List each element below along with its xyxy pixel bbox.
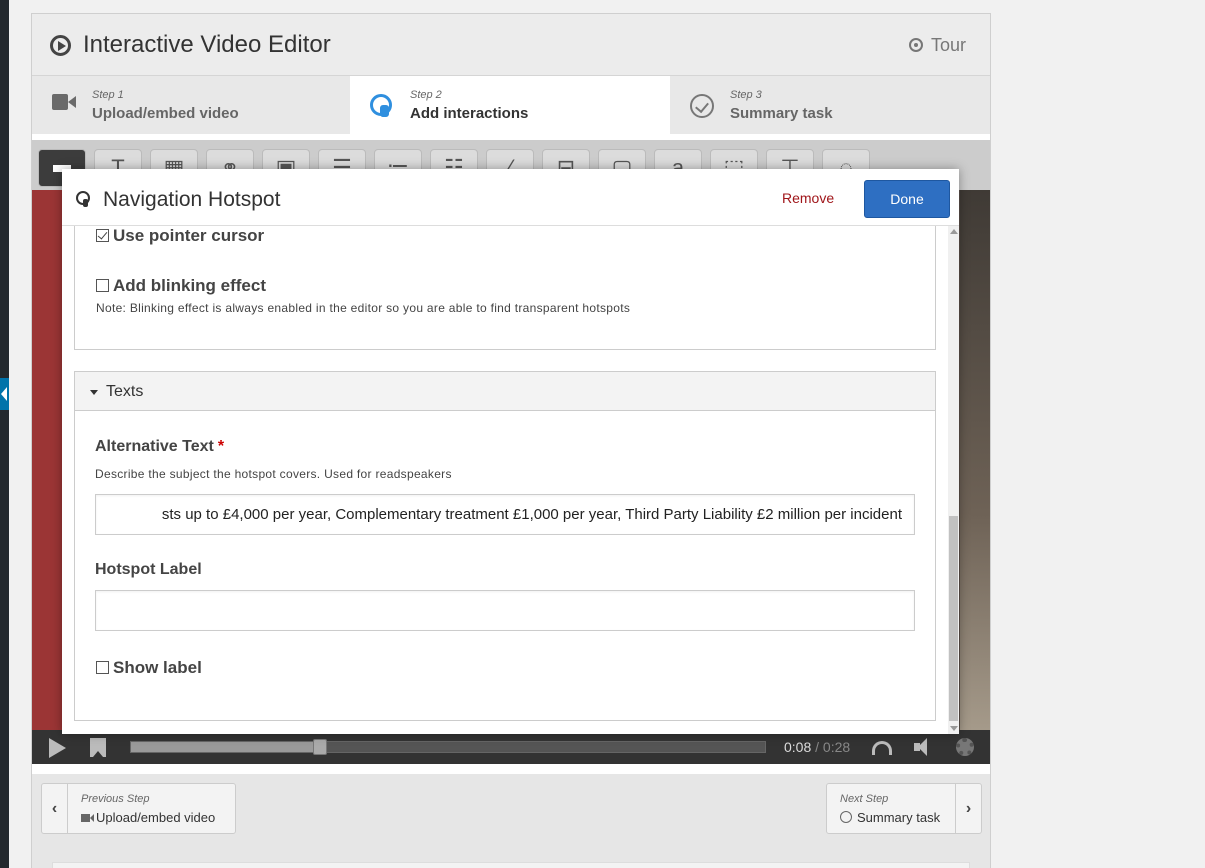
- dialog-title: Navigation Hotspot: [103, 188, 281, 211]
- step-label: Add interactions: [410, 105, 529, 122]
- step-tab-summary[interactable]: Step 3 Summary task: [670, 76, 990, 134]
- texts-group-header[interactable]: Texts: [75, 372, 935, 411]
- previous-step-button[interactable]: ‹ Previous Step Upload/embed video: [41, 783, 236, 834]
- chevron-right-icon: ›: [955, 784, 981, 833]
- caret-down-icon: [90, 390, 98, 395]
- next-step-button[interactable]: Next Step Summary task ›: [826, 783, 982, 834]
- collapse-sidebar-tab[interactable]: [0, 378, 9, 410]
- video-frame-left: [32, 190, 66, 730]
- check-circle-icon: [840, 811, 852, 823]
- blinking-note: Note: Blinking effect is always enabled …: [96, 301, 631, 315]
- step-number: Step 1: [92, 89, 124, 101]
- alt-text-description: Describe the subject the hotspot covers.…: [95, 467, 452, 481]
- alt-text-label: Alternative Text: [95, 438, 214, 455]
- video-camera-icon: [81, 814, 94, 822]
- blinking-effect-checkbox[interactable]: Add blinking effect: [96, 276, 266, 296]
- current-time: 0:08: [784, 739, 812, 755]
- volume-icon[interactable]: [914, 738, 934, 756]
- previous-step-caption: Previous Step: [81, 793, 150, 805]
- pointer-cursor-label: Use pointer cursor: [113, 226, 265, 245]
- previous-step-label: Upload/embed video: [96, 810, 216, 825]
- step-label: Summary task: [730, 105, 833, 122]
- seek-handle[interactable]: [313, 739, 327, 755]
- seek-bar[interactable]: [130, 739, 766, 755]
- checkbox-icon: [96, 661, 109, 674]
- hotspot-pointer-icon: [76, 191, 90, 207]
- scroll-down-icon[interactable]: [950, 726, 958, 731]
- next-step-caption: Next Step: [840, 793, 889, 805]
- alt-text-input[interactable]: sts up to £4,000 per year, Complementary…: [95, 494, 915, 535]
- bottom-panel: [52, 862, 970, 868]
- next-step-label-row: Summary task: [840, 810, 940, 825]
- play-circle-icon: [50, 35, 71, 56]
- navigation-hotspot-dialog: Navigation Hotspot Remove Done Use point…: [62, 169, 959, 734]
- step-navigation: ‹ Previous Step Upload/embed video Next …: [32, 764, 990, 868]
- checkbox-checked-icon: [96, 229, 109, 242]
- dialog-body: Use pointer cursor Add blinking effect N…: [62, 226, 948, 734]
- alt-text-value: sts up to £4,000 per year, Complementary…: [161, 506, 902, 523]
- total-time: 0:28: [822, 739, 851, 755]
- pointer-icon: [370, 94, 392, 117]
- behaviour-group: Use pointer cursor Add blinking effect N…: [74, 226, 936, 350]
- required-mark: *: [217, 438, 225, 455]
- checkbox-icon: [96, 279, 109, 292]
- editor-title: Interactive Video Editor: [83, 31, 331, 58]
- time-separator: /: [815, 739, 820, 755]
- check-circle-icon: [690, 94, 714, 118]
- previous-step-label-row: Upload/embed video: [81, 810, 215, 825]
- done-button[interactable]: Done: [864, 180, 950, 218]
- show-label-label: Show label: [113, 658, 202, 677]
- time-display: 0:08 / 0:28: [784, 739, 850, 755]
- dialog-header: Navigation Hotspot Remove Done: [62, 169, 959, 226]
- play-icon[interactable]: [49, 738, 66, 758]
- texts-group: Texts Alternative Text * Describe the sub…: [74, 371, 936, 721]
- hotspot-label-label: Hotspot Label: [95, 561, 202, 578]
- video-camera-icon: [52, 94, 76, 110]
- compass-icon: [908, 38, 923, 52]
- seek-progress: [131, 742, 320, 752]
- editor-header: Interactive Video Editor Tour: [32, 14, 990, 76]
- step-tabs: Step 1 Upload/embed video Step 2 Add int…: [32, 76, 990, 134]
- step-tab-add-interactions[interactable]: Step 2 Add interactions: [350, 76, 670, 134]
- step-number: Step 2: [410, 89, 442, 101]
- dialog-scrollbar[interactable]: [948, 226, 959, 734]
- gear-icon[interactable]: [956, 738, 974, 756]
- step-label: Upload/embed video: [92, 105, 239, 122]
- scroll-up-icon[interactable]: [950, 229, 958, 234]
- texts-group-title: Texts: [106, 383, 144, 400]
- video-controls: 0:08 / 0:28: [32, 730, 990, 764]
- alt-text-label-row: Alternative Text *: [95, 438, 224, 456]
- tour-button[interactable]: Tour: [908, 35, 966, 56]
- video-frame-right: [960, 190, 990, 730]
- step-number: Step 3: [730, 89, 762, 101]
- hotspot-label-input[interactable]: [95, 590, 915, 631]
- remove-button[interactable]: Remove: [782, 190, 834, 206]
- admin-sidebar-edge: [0, 0, 9, 868]
- pointer-cursor-checkbox[interactable]: Use pointer cursor: [96, 226, 264, 246]
- step-tab-upload[interactable]: Step 1 Upload/embed video: [32, 76, 350, 134]
- scroll-thumb[interactable]: [949, 516, 958, 721]
- bookmark-icon[interactable]: [90, 738, 106, 757]
- divider: [32, 764, 990, 774]
- chevron-left-icon: ‹: [42, 784, 68, 833]
- next-step-label: Summary task: [857, 810, 941, 825]
- blinking-effect-label: Add blinking effect: [113, 276, 266, 295]
- speed-gauge-icon[interactable]: [872, 741, 892, 755]
- tour-label: Tour: [930, 35, 966, 55]
- show-label-checkbox[interactable]: Show label: [96, 658, 202, 678]
